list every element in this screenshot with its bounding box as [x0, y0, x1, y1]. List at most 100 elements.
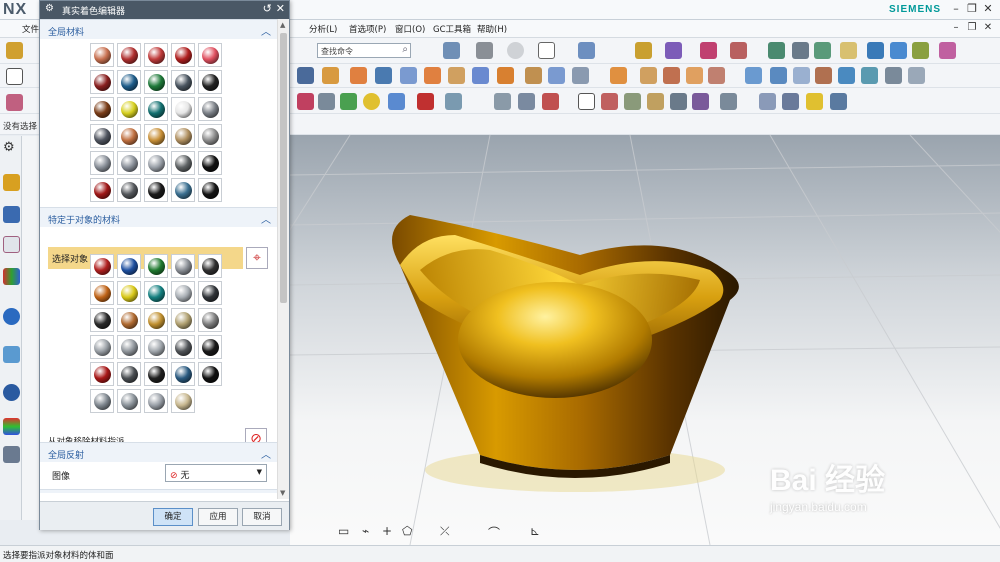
constraint-navigator-icon[interactable]	[3, 206, 20, 223]
swept-surface-icon[interactable]	[793, 67, 810, 84]
object-material-swatch[interactable]	[90, 335, 114, 359]
object-material-swatch[interactable]	[198, 254, 222, 278]
scroll-thumb[interactable]	[280, 33, 287, 303]
chamfer-icon[interactable]	[572, 67, 589, 84]
eraser-icon[interactable]	[6, 94, 23, 111]
apply-button[interactable]: 应用	[198, 508, 238, 526]
sketch-icon[interactable]	[6, 68, 23, 85]
layer-icon[interactable]	[768, 42, 785, 59]
global-material-swatch[interactable]	[90, 70, 114, 94]
measure-icon[interactable]	[635, 42, 652, 59]
object-material-swatch[interactable]	[144, 362, 168, 386]
object-material-swatch[interactable]	[90, 254, 114, 278]
polygon-icon[interactable]: ⬠	[402, 524, 412, 538]
minimize-icon[interactable]: –	[948, 2, 964, 15]
part-navigator-icon[interactable]	[3, 236, 20, 253]
global-material-swatch[interactable]	[117, 70, 141, 94]
sheet-icon[interactable]	[400, 67, 417, 84]
chevron-up-icon[interactable]: ︿	[261, 211, 271, 226]
object-material-swatch[interactable]	[117, 281, 141, 305]
shaded-icon[interactable]	[476, 42, 493, 59]
object-material-swatch[interactable]	[117, 389, 141, 413]
trim-icon[interactable]	[663, 67, 680, 84]
object-material-swatch[interactable]	[198, 335, 222, 359]
object-material-swatch[interactable]	[144, 254, 168, 278]
edit-icon[interactable]	[939, 42, 956, 59]
boolean-icon[interactable]	[912, 42, 929, 59]
object-material-swatch[interactable]	[117, 308, 141, 332]
cylinder-icon[interactable]	[350, 67, 367, 84]
bridge-icon[interactable]	[861, 67, 878, 84]
object-material-swatch[interactable]	[198, 281, 222, 305]
global-material-swatch[interactable]	[90, 43, 114, 67]
sphere-fill-icon[interactable]	[363, 93, 380, 110]
cylinder-tool-icon[interactable]	[759, 93, 776, 110]
point-icon[interactable]	[700, 42, 717, 59]
global-material-swatch[interactable]	[171, 70, 195, 94]
global-material-swatch[interactable]	[198, 151, 222, 175]
sphere-icon[interactable]	[507, 42, 524, 59]
book-icon[interactable]	[297, 67, 314, 84]
balloon-icon[interactable]	[624, 93, 641, 110]
draft-icon[interactable]	[640, 67, 657, 84]
object-material-swatch[interactable]	[90, 389, 114, 413]
background-icon[interactable]	[538, 42, 555, 59]
global-material-swatch[interactable]	[171, 151, 195, 175]
object-material-swatch[interactable]	[144, 281, 168, 305]
object-material-swatch[interactable]	[90, 308, 114, 332]
menu-file[interactable]: 文件	[22, 23, 39, 35]
block-icon[interactable]	[322, 67, 339, 84]
assembly-icon[interactable]	[792, 42, 809, 59]
object-material-swatch[interactable]	[90, 362, 114, 386]
more-surface-icon[interactable]	[908, 67, 925, 84]
component-icon[interactable]	[814, 42, 831, 59]
object-material-swatch[interactable]	[171, 362, 195, 386]
intersect-icon[interactable]	[494, 93, 511, 110]
dimension-icon[interactable]	[542, 93, 559, 110]
object-material-swatch[interactable]	[171, 308, 195, 332]
datum-axis-icon[interactable]	[417, 93, 434, 110]
shell-icon[interactable]	[548, 67, 565, 84]
object-material-swatch[interactable]	[144, 389, 168, 413]
datum-csys-icon[interactable]	[445, 93, 462, 110]
cone-icon[interactable]	[375, 67, 392, 84]
fillet-icon[interactable]: ⌒	[488, 524, 500, 541]
blend-icon[interactable]	[610, 67, 627, 84]
trim-curve-icon[interactable]: ⤫	[440, 524, 450, 539]
search-icon[interactable]: ⌕	[402, 44, 408, 55]
global-material-swatch[interactable]	[117, 124, 141, 148]
global-material-swatch[interactable]	[144, 178, 168, 202]
orient-icon[interactable]	[578, 42, 595, 59]
new-icon[interactable]	[6, 42, 23, 59]
web-browser-icon[interactable]	[3, 346, 20, 363]
object-material-swatch[interactable]	[117, 335, 141, 359]
doc-minimize-icon[interactable]: –	[948, 22, 964, 33]
fit-icon[interactable]	[720, 93, 737, 110]
dialog-close-icon[interactable]: ✕	[276, 2, 285, 15]
note-icon[interactable]	[670, 93, 687, 110]
surface-icon[interactable]	[745, 67, 762, 84]
global-material-swatch[interactable]	[144, 97, 168, 121]
global-material-swatch[interactable]	[90, 178, 114, 202]
selection-filter[interactable]: 没有选择	[3, 120, 37, 132]
global-material-swatch[interactable]	[144, 43, 168, 67]
background-section-header[interactable]: 背景	[40, 489, 277, 493]
extrude-icon[interactable]	[424, 67, 441, 84]
dialog-title-bar[interactable]: ⚙ 真实着色编辑器 ↺ ✕	[40, 1, 289, 19]
plus-icon[interactable]: +	[382, 524, 392, 538]
object-material-swatch[interactable]	[171, 281, 195, 305]
reuse-library-icon[interactable]	[3, 268, 20, 285]
tolerance-icon[interactable]	[692, 93, 709, 110]
command-search-input[interactable]: 查找命令 ⌕	[317, 43, 411, 58]
mesh-icon[interactable]	[770, 67, 787, 84]
image-dropdown[interactable]: ⊘ 无 ▼	[165, 464, 267, 482]
hd3d-tools-icon[interactable]	[3, 308, 20, 325]
move-icon[interactable]	[867, 42, 884, 59]
system-materials-icon[interactable]	[3, 418, 20, 435]
helix-icon[interactable]	[340, 93, 357, 110]
global-material-swatch[interactable]	[171, 178, 195, 202]
ingot-model[interactable]	[290, 135, 1000, 545]
hole-icon[interactable]	[472, 67, 489, 84]
menu-window[interactable]: 窗口(O)	[395, 23, 425, 35]
global-material-swatch[interactable]	[90, 124, 114, 148]
